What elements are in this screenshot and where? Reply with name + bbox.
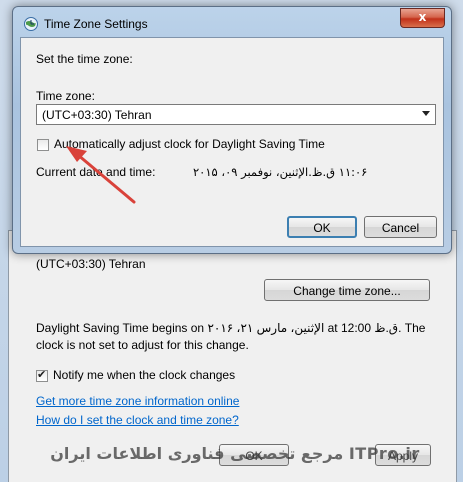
clock-globe-icon [23, 16, 39, 32]
timezone-info-online-link[interactable]: Get more time zone information online [36, 394, 239, 408]
chevron-down-icon [422, 111, 430, 116]
change-time-zone-button[interactable]: Change time zone... [264, 279, 430, 301]
notify-checkbox[interactable] [36, 368, 48, 382]
timezone-label: Time zone: [36, 89, 95, 103]
dialog-title: Time Zone Settings [44, 17, 148, 31]
close-icon[interactable]: x [400, 8, 445, 28]
dialog-client-area: Set the time zone: Time zone: (UTC+03:30… [20, 37, 444, 247]
current-datetime-value: ۱۱:۰۶ ق.ظ.الإثنين، نوفمبر ۰۹، ۲۰۱۵ [193, 165, 368, 179]
dst-info-text: Daylight Saving Time begins on الإثنين، … [36, 321, 426, 352]
watermark-text: مرجع تخصصی فناوری اطلاعات ایران ITPro.ir [50, 444, 420, 463]
timezone-dropdown-value: (UTC+03:30) Tehran [42, 108, 152, 122]
dst-checkbox-label[interactable]: Automatically adjust clock for Daylight … [54, 137, 325, 151]
current-datetime-label: Current date and time: [36, 165, 156, 179]
instruction-text: Set the time zone: [36, 52, 133, 66]
current-timezone-text: (UTC+03:30) Tehran [36, 257, 146, 271]
how-to-set-clock-link[interactable]: How do I set the clock and time zone? [36, 413, 239, 427]
notify-label[interactable]: Notify me when the clock changes [53, 368, 235, 382]
cancel-button[interactable]: Cancel [364, 216, 437, 238]
timezone-dropdown[interactable]: (UTC+03:30) Tehran [36, 104, 436, 125]
ok-button[interactable]: OK [287, 216, 357, 238]
time-zone-settings-dialog: Time Zone Settings x Set the time zone: … [12, 6, 452, 254]
dst-checkbox[interactable] [37, 139, 49, 151]
